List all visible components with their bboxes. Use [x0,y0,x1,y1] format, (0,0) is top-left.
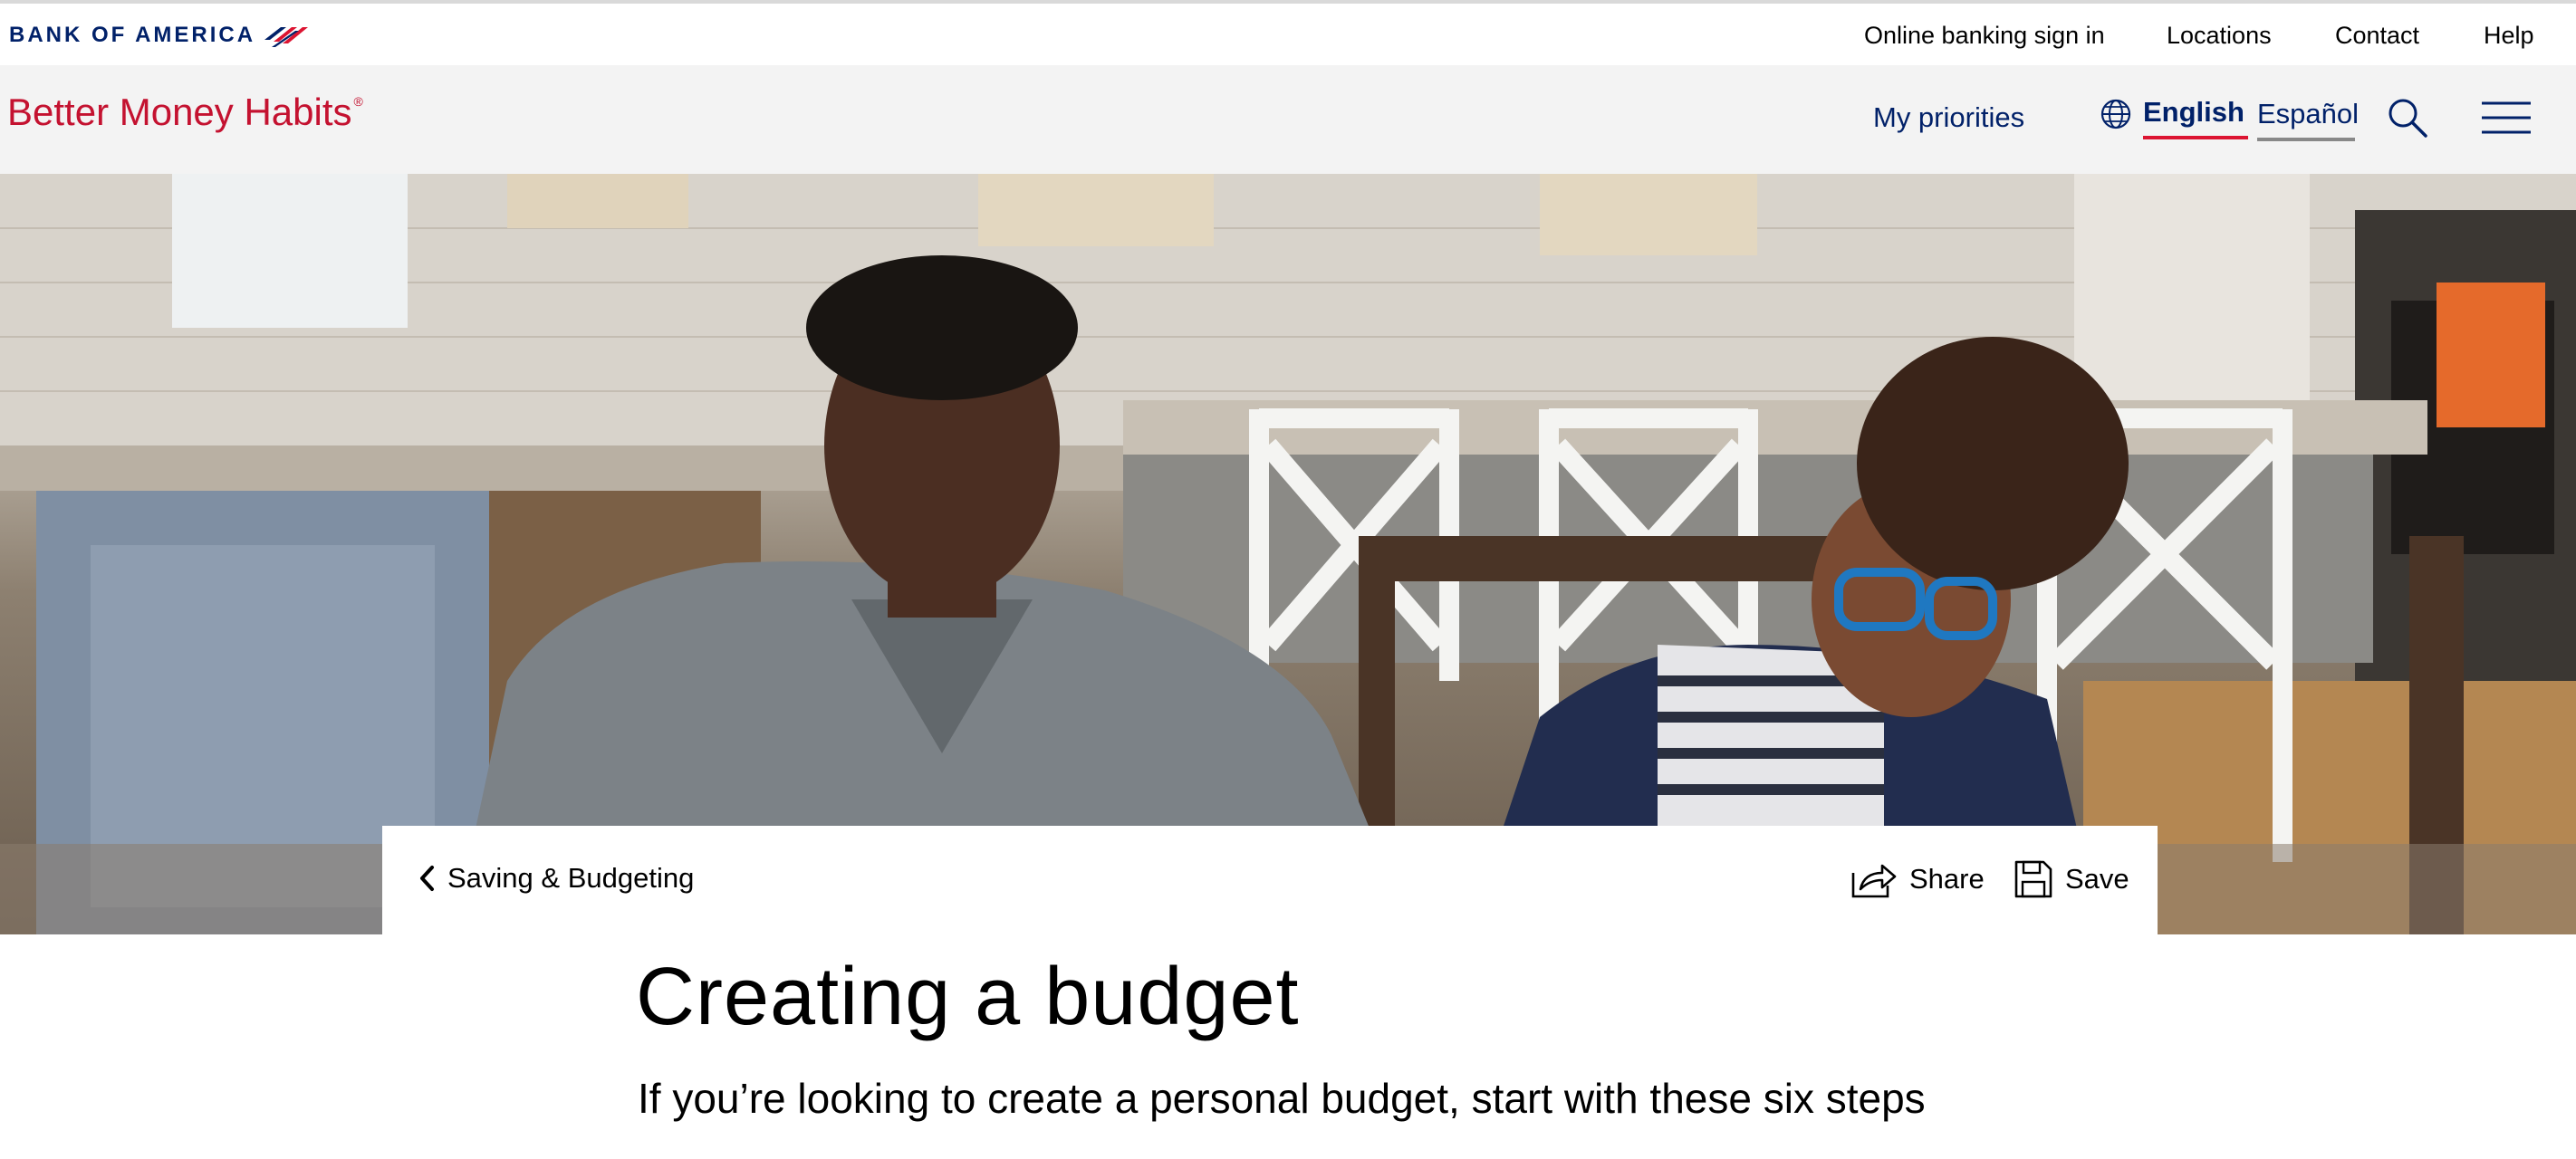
flag-icon [264,27,309,47]
brand-wordmark: BANK OF AMERICA [9,23,256,47]
chevron-left-icon [420,866,434,891]
save-button[interactable]: Save [2014,860,2129,898]
site-name: Better Money Habits [7,91,352,133]
globe-icon [2100,99,2131,129]
breadcrumb-back-link[interactable]: Saving & Budgeting [418,862,694,895]
my-priorities-link[interactable]: My priorities [1873,101,2024,134]
language-english-tab[interactable]: English [2143,96,2248,139]
share-button[interactable]: Share [1851,860,1985,898]
utility-bar: BANK OF AMERICA Online banking sign in L… [0,4,2576,65]
language-espanol-tab[interactable]: Español [2257,98,2359,141]
breadcrumb-label: Saving & Budgeting [447,862,695,894]
search-icon[interactable] [2386,96,2429,139]
save-icon [2014,860,2052,898]
registered-mark: ® [353,94,363,109]
article-subtitle: If you’re looking to create a personal b… [638,1075,1926,1122]
locations-link[interactable]: Locations [2167,22,2272,50]
save-label: Save [2065,863,2129,895]
main-navigation: Better Money Habits ® My priorities Engli… [0,65,2576,174]
hero-illustration [0,174,2576,934]
online-banking-sign-in-link[interactable]: Online banking sign in [1864,22,2105,50]
hamburger-menu-icon[interactable] [2480,98,2533,138]
contact-link[interactable]: Contact [2335,22,2419,50]
article-toolbar: Saving & Budgeting Share Save [382,826,2158,934]
article-title: Creating a budget [636,952,1300,1042]
better-money-habits-logo[interactable]: Better Money Habits ® [7,91,363,134]
help-link[interactable]: Help [2484,22,2534,50]
share-label: Share [1909,863,1985,895]
share-icon [1851,864,1897,898]
bank-of-america-logo[interactable]: BANK OF AMERICA [9,20,309,51]
hero-image [0,174,2576,934]
